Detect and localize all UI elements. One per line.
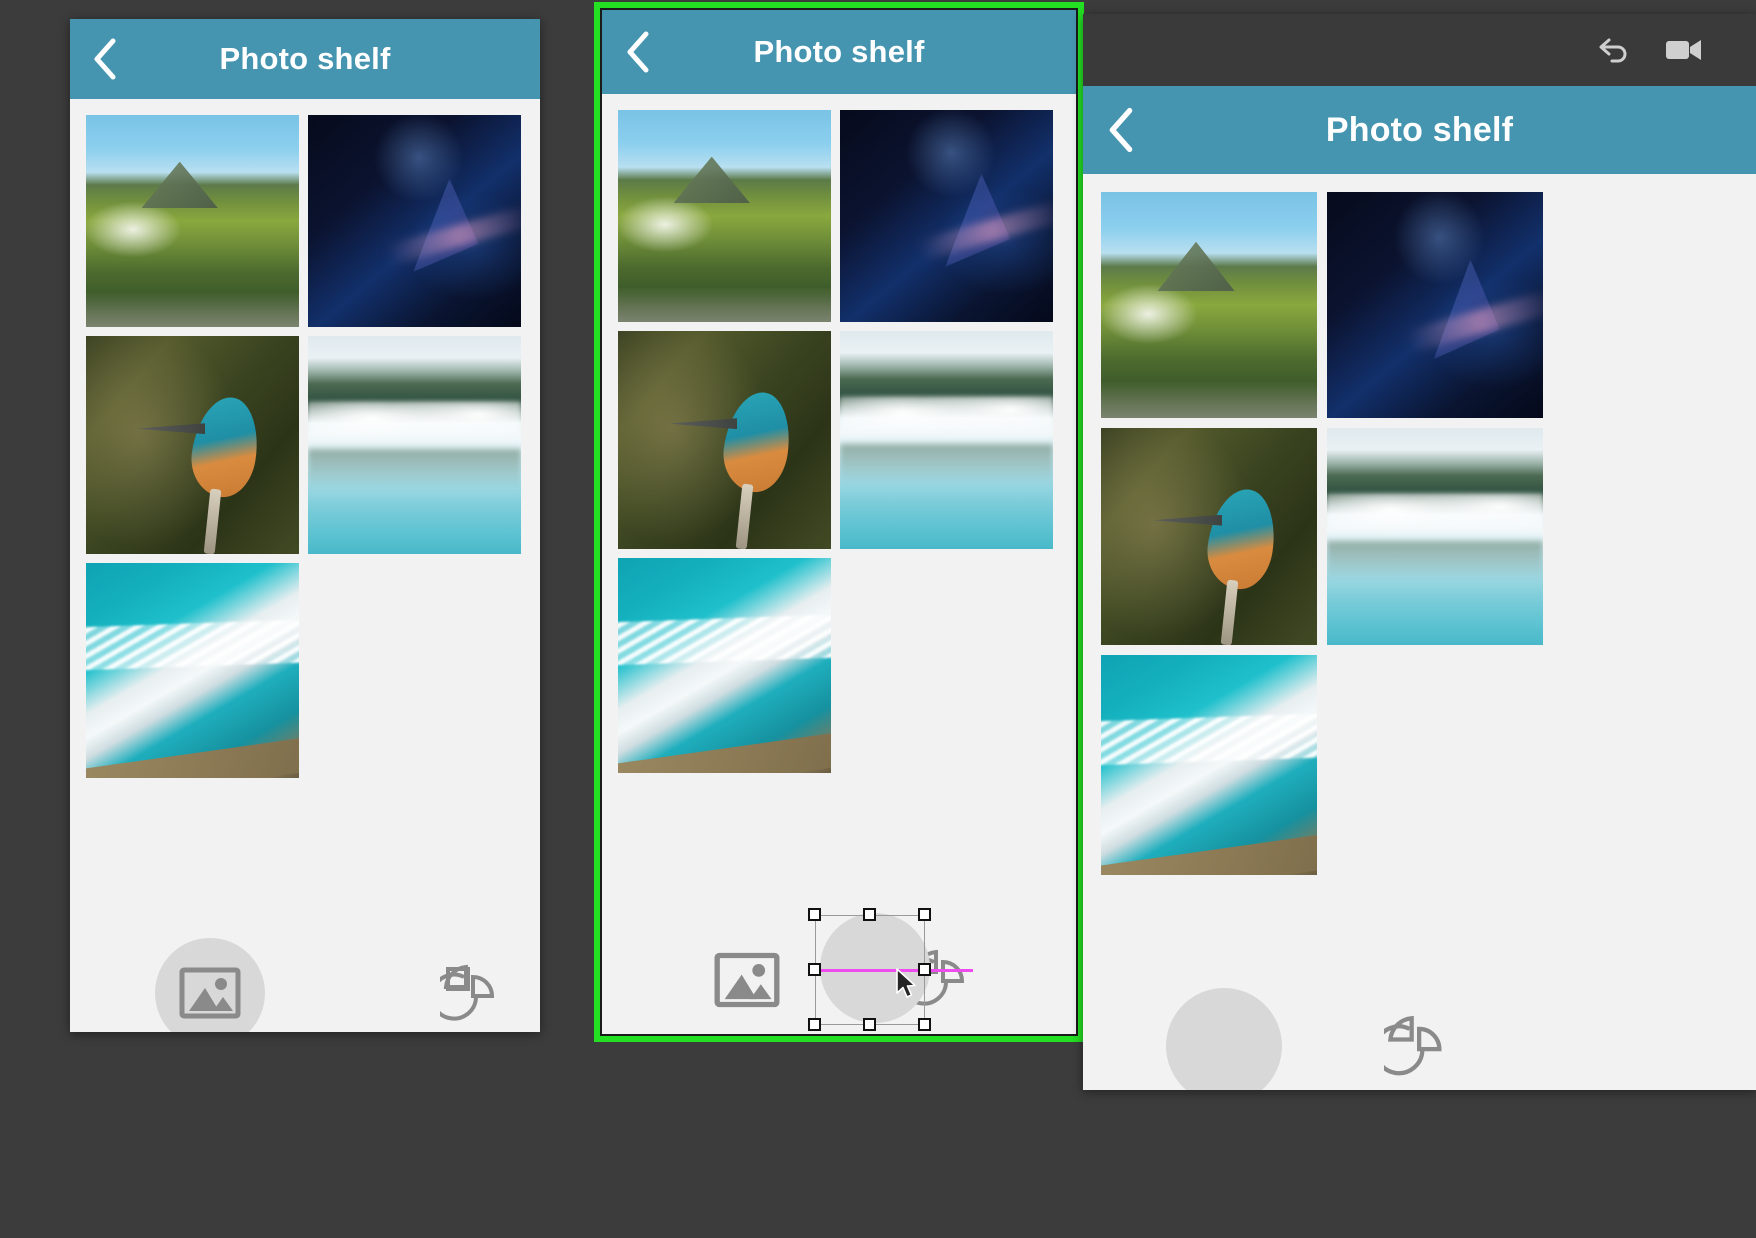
- back-icon[interactable]: [1083, 86, 1159, 174]
- app-bar: Photo shelf: [1083, 86, 1756, 174]
- bottom-toolbar: [70, 924, 540, 1032]
- pie-chart-icon: [440, 964, 495, 1021]
- photo-bird[interactable]: [86, 336, 299, 554]
- photo-darkblue-image: [308, 115, 521, 327]
- photo-grid: [602, 94, 1076, 773]
- photo-shelf-screen-original[interactable]: Photo shelf: [70, 19, 540, 1032]
- photo-wave-image: [618, 558, 831, 773]
- resize-handle-top-right[interactable]: [918, 908, 931, 921]
- photo-shelf-screen-edited[interactable]: Photo shelf: [594, 2, 1084, 1042]
- photo-bird-image: [1101, 428, 1317, 645]
- photo-darkblue-image: [840, 110, 1053, 322]
- photo-darkblue[interactable]: [308, 115, 521, 327]
- pie-chart-icon: [1384, 1015, 1442, 1076]
- resize-handle-bottom-center[interactable]: [863, 1018, 876, 1031]
- gallery-button[interactable]: [155, 938, 265, 1032]
- photo-volcano[interactable]: [1101, 192, 1317, 418]
- resize-handle-top-left[interactable]: [808, 908, 821, 921]
- record-button[interactable]: [1662, 30, 1706, 70]
- photo-lake[interactable]: [308, 336, 521, 554]
- resize-handle-top-center[interactable]: [863, 908, 876, 921]
- image-icon: [714, 952, 780, 1008]
- resize-handle-middle-right[interactable]: [918, 963, 931, 976]
- page-title: Photo shelf: [1325, 110, 1514, 149]
- screenshot-canvas: Photo shelf Photo shelf Photo shelf: [0, 0, 1756, 1238]
- chart-button[interactable]: [440, 963, 502, 1025]
- photo-volcano[interactable]: [86, 115, 299, 327]
- photo-grid: [70, 99, 540, 778]
- image-icon: [179, 967, 241, 1019]
- photo-shelf-screen-preview[interactable]: Photo shelf: [1083, 14, 1756, 1090]
- photo-grid: [1083, 174, 1756, 875]
- app-bar: Photo shelf: [602, 10, 1076, 94]
- back-icon[interactable]: [70, 19, 140, 99]
- resize-handle-bottom-right[interactable]: [918, 1018, 931, 1031]
- photo-wave[interactable]: [618, 558, 831, 773]
- photo-lake[interactable]: [1327, 428, 1543, 645]
- resize-handle-bottom-left[interactable]: [808, 1018, 821, 1031]
- back-icon[interactable]: [602, 10, 674, 94]
- page-title: Photo shelf: [219, 41, 391, 76]
- photo-bird-image: [618, 331, 831, 549]
- photo-volcano-image: [86, 115, 299, 327]
- app-bar: Photo shelf: [70, 19, 540, 99]
- photo-lake-image: [308, 336, 521, 554]
- gallery-placeholder[interactable]: [1166, 988, 1282, 1090]
- photo-volcano-image: [1101, 192, 1317, 418]
- photo-darkblue-image: [1327, 192, 1543, 418]
- device-toolbar: [1083, 14, 1756, 86]
- arrow-cursor: [896, 968, 918, 998]
- photo-darkblue[interactable]: [1327, 192, 1543, 418]
- gallery-button[interactable]: [714, 952, 780, 1008]
- bottom-toolbar: [1083, 974, 1756, 1090]
- photo-wave-image: [86, 563, 299, 778]
- photo-lake[interactable]: [840, 331, 1053, 549]
- video-camera-icon: [1666, 40, 1701, 60]
- photo-volcano-image: [618, 110, 831, 322]
- photo-wave[interactable]: [86, 563, 299, 778]
- photo-lake-image: [840, 331, 1053, 549]
- resize-handle-middle-left[interactable]: [808, 963, 821, 976]
- photo-wave-image: [1101, 655, 1317, 875]
- chart-button[interactable]: [1384, 1014, 1450, 1080]
- photo-lake-image: [1327, 428, 1543, 645]
- photo-wave[interactable]: [1101, 655, 1317, 875]
- photo-darkblue[interactable]: [840, 110, 1053, 322]
- photo-bird[interactable]: [1101, 428, 1317, 645]
- undo-icon: [1599, 38, 1627, 63]
- photo-volcano[interactable]: [618, 110, 831, 322]
- photo-bird[interactable]: [618, 331, 831, 549]
- undo-button[interactable]: [1594, 30, 1634, 70]
- photo-bird-image: [86, 336, 299, 554]
